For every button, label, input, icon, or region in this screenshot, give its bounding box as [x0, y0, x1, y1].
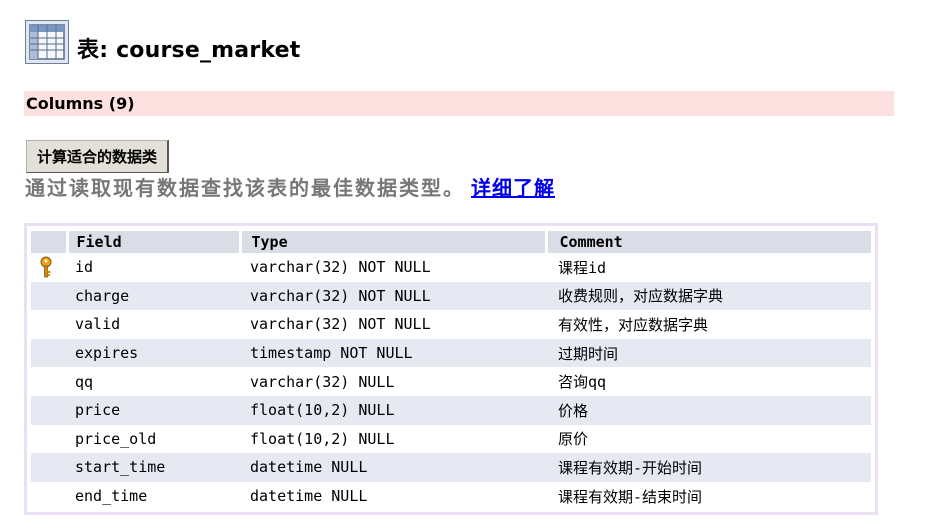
comment-cell: 课程id [558, 258, 607, 277]
header-key [31, 231, 69, 253]
row-key-cell [31, 395, 67, 425]
page-title: 表: course_market [25, 14, 300, 64]
table-name: course_market [116, 38, 301, 63]
table-row: valid varchar(32) NOT NULL 有效性，对应数据字典 [31, 310, 871, 339]
type-cell: datetime NULL [250, 487, 368, 506]
row-key-cell [31, 482, 67, 511]
comment-cell: 课程有效期-结束时间 [558, 487, 703, 506]
comment-cell: 原价 [558, 430, 589, 449]
table-header-row: Field Type Comment [31, 231, 871, 253]
type-cell: varchar(32) NOT NULL [250, 258, 431, 277]
description-text: 通过读取现有数据查找该表的最佳数据类型。 [25, 176, 465, 200]
table-row: expires timestamp NOT NULL 过期时间 [31, 338, 871, 368]
header-type: Type [240, 231, 548, 253]
field-cell: qq [75, 372, 94, 391]
title-prefix: 表: [77, 38, 109, 63]
row-key-cell [31, 310, 67, 339]
table-row: id varchar(32) NOT NULL 课程id [31, 253, 871, 282]
field-cell: valid [75, 315, 121, 334]
description: 通过读取现有数据查找该表的最佳数据类型。 详细了解 [25, 175, 555, 201]
row-key-cell [31, 253, 67, 282]
type-cell: datetime NULL [240, 453, 546, 482]
row-key-cell [31, 425, 67, 454]
comment-cell: 课程有效期-开始时间 [546, 453, 871, 482]
table-grid-icon [25, 20, 69, 64]
field-cell: start_time [67, 453, 240, 482]
columns-section-header: Columns (9) [24, 91, 894, 116]
comment-cell: 过期时间 [546, 338, 871, 368]
type-cell: varchar(32) NOT NULL [240, 281, 546, 311]
type-cell: varchar(32) NULL [250, 372, 395, 391]
type-cell: float(10,2) NULL [250, 429, 395, 448]
field-cell: expires [67, 338, 240, 368]
table-row: qq varchar(32) NULL 咨询qq [31, 367, 871, 396]
comment-cell: 收费规则，对应数据字典 [546, 281, 871, 311]
type-cell: float(10,2) NULL [240, 395, 546, 425]
field-cell: charge [67, 281, 240, 311]
field-cell: price [67, 395, 240, 425]
table-row: charge varchar(32) NOT NULL 收费规则，对应数据字典 [31, 281, 871, 311]
comment-cell: 有效性，对应数据字典 [558, 315, 709, 334]
calculate-data-types-button[interactable]: 计算适合的数据类 [26, 140, 170, 173]
columns-table-container: Field Type Comment id varchar(32) NOT NUL… [24, 223, 878, 515]
table-row: price_old float(10,2) NULL 原价 [31, 425, 871, 454]
field-cell: price_old [75, 429, 157, 448]
row-key-cell [31, 281, 67, 311]
learn-more-link[interactable]: 详细了解 [471, 176, 555, 200]
header-field: Field [67, 231, 242, 253]
key-icon [40, 256, 52, 278]
table-row: price float(10,2) NULL 价格 [31, 395, 871, 425]
row-key-cell [31, 453, 67, 482]
table-row: end_time datetime NULL 课程有效期-结束时间 [31, 482, 871, 511]
field-cell: id [75, 258, 94, 277]
row-key-cell [31, 338, 67, 368]
columns-table: Field Type Comment id varchar(32) NOT NUL… [31, 231, 871, 510]
table-row: start_time datetime NULL 课程有效期-开始时间 [31, 453, 871, 482]
field-cell: end_time [75, 487, 148, 506]
type-cell: varchar(32) NOT NULL [250, 315, 431, 334]
table-title: 表: course_market [77, 39, 300, 64]
comment-cell: 价格 [546, 395, 871, 425]
comment-cell: 咨询qq [558, 373, 607, 392]
type-cell: timestamp NOT NULL [240, 338, 546, 368]
row-key-cell [31, 367, 67, 396]
header-comment: Comment [546, 231, 871, 253]
